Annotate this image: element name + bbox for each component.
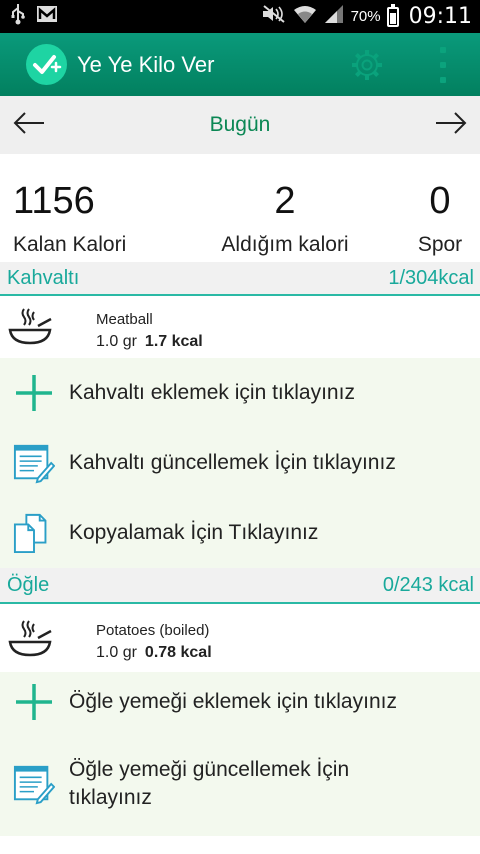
date-navigation: Bugün <box>0 96 480 154</box>
food-amount: 1.0 gr <box>96 644 137 661</box>
bowl-icon <box>8 618 52 663</box>
section-calories: 1/304kcal <box>388 266 474 289</box>
update-lunch-label-line2: tıklayınız <box>69 786 152 809</box>
battery-percent: 70% <box>350 8 381 25</box>
copy-icon <box>13 511 55 555</box>
food-detail: 1.0 gr 0.78 kcal <box>96 644 212 662</box>
battery-icon <box>386 3 399 27</box>
arrow-left-icon[interactable] <box>12 111 46 140</box>
update-lunch-label: Öğle yemeği güncellemek İçin tıklayınız <box>69 756 349 812</box>
wifi-icon <box>293 4 317 29</box>
update-breakfast-label: Kahvaltı güncellemek İçin tıklayınız <box>69 451 396 474</box>
arrow-right-icon[interactable] <box>434 111 468 140</box>
add-breakfast-button[interactable]: Kahvaltı eklemek için tıklayınız <box>0 358 480 428</box>
plus-icon <box>13 373 55 413</box>
food-kcal: 0.78 kcal <box>144 644 212 661</box>
clock: 09:11 <box>408 4 472 29</box>
update-lunch-button[interactable]: Öğle yemeği güncellemek İçin tıklayınız <box>0 732 480 836</box>
edit-list-icon <box>13 441 55 485</box>
consumed-label: Aldığım kalori <box>221 233 349 256</box>
consumed-calories: 2 Aldığım kalori <box>195 154 375 257</box>
copy-breakfast-label: Kopyalamak İçin Tıklayınız <box>69 521 319 544</box>
food-kcal: 1.7 kcal <box>144 333 203 350</box>
status-bar: 70% 09:11 <box>0 0 480 33</box>
usb-icon <box>10 3 26 30</box>
update-breakfast-button[interactable]: Kahvaltı güncellemek İçin tıklayınız <box>0 428 480 498</box>
add-lunch-label: Öğle yemeği eklemek için tıklayınız <box>69 690 397 713</box>
remaining-calories: 1156 Kalan Kalori <box>0 154 170 257</box>
settings-icon[interactable] <box>350 48 384 82</box>
food-detail: 1.0 gr 1.7 kcal <box>96 333 203 351</box>
consumed-value: 2 <box>274 180 296 222</box>
section-header-lunch: Öğle 0/243 kcal <box>0 568 480 604</box>
food-name: Meatball <box>96 311 153 328</box>
date-title: Bugün <box>209 113 271 136</box>
logo-icon <box>26 44 67 85</box>
copy-breakfast-button[interactable]: Kopyalamak İçin Tıklayınız <box>0 498 480 568</box>
food-item[interactable]: Potatoes (boiled) 1.0 gr 0.78 kcal <box>0 604 480 672</box>
sport-calories: 0 Spor <box>400 154 480 257</box>
calorie-summary: 1156 Kalan Kalori 2 Aldığım kalori 0 Spo… <box>0 154 480 262</box>
update-lunch-label-line1: Öğle yemeği güncellemek İçin <box>69 758 350 781</box>
app-bar: Ye Ye Kilo Ver <box>0 33 480 96</box>
mute-icon <box>261 4 287 29</box>
mail-icon <box>36 5 58 28</box>
bowl-icon <box>8 306 52 351</box>
section-calories: 0/243 kcal <box>382 573 474 596</box>
food-amount: 1.0 gr <box>96 333 137 350</box>
food-name: Potatoes (boiled) <box>96 622 210 639</box>
plus-icon <box>13 682 55 722</box>
section-header-breakfast: Kahvaltı 1/304kcal <box>0 262 480 296</box>
food-item[interactable]: Meatball 1.0 gr 1.7 kcal <box>0 296 480 358</box>
sport-value: 0 <box>429 180 451 222</box>
edit-list-icon <box>13 762 55 806</box>
sport-label: Spor <box>417 233 463 256</box>
app-title: Ye Ye Kilo Ver <box>77 51 215 77</box>
remaining-label: Kalan Kalori <box>13 233 127 256</box>
section-title: Kahvaltı <box>7 266 80 289</box>
section-title: Öğle <box>7 573 50 596</box>
overflow-menu-icon[interactable] <box>436 47 450 83</box>
remaining-value: 1156 <box>13 180 95 222</box>
signal-icon <box>323 4 345 29</box>
add-lunch-button[interactable]: Öğle yemeği eklemek için tıklayınız <box>0 672 480 732</box>
add-breakfast-label: Kahvaltı eklemek için tıklayınız <box>69 381 355 404</box>
